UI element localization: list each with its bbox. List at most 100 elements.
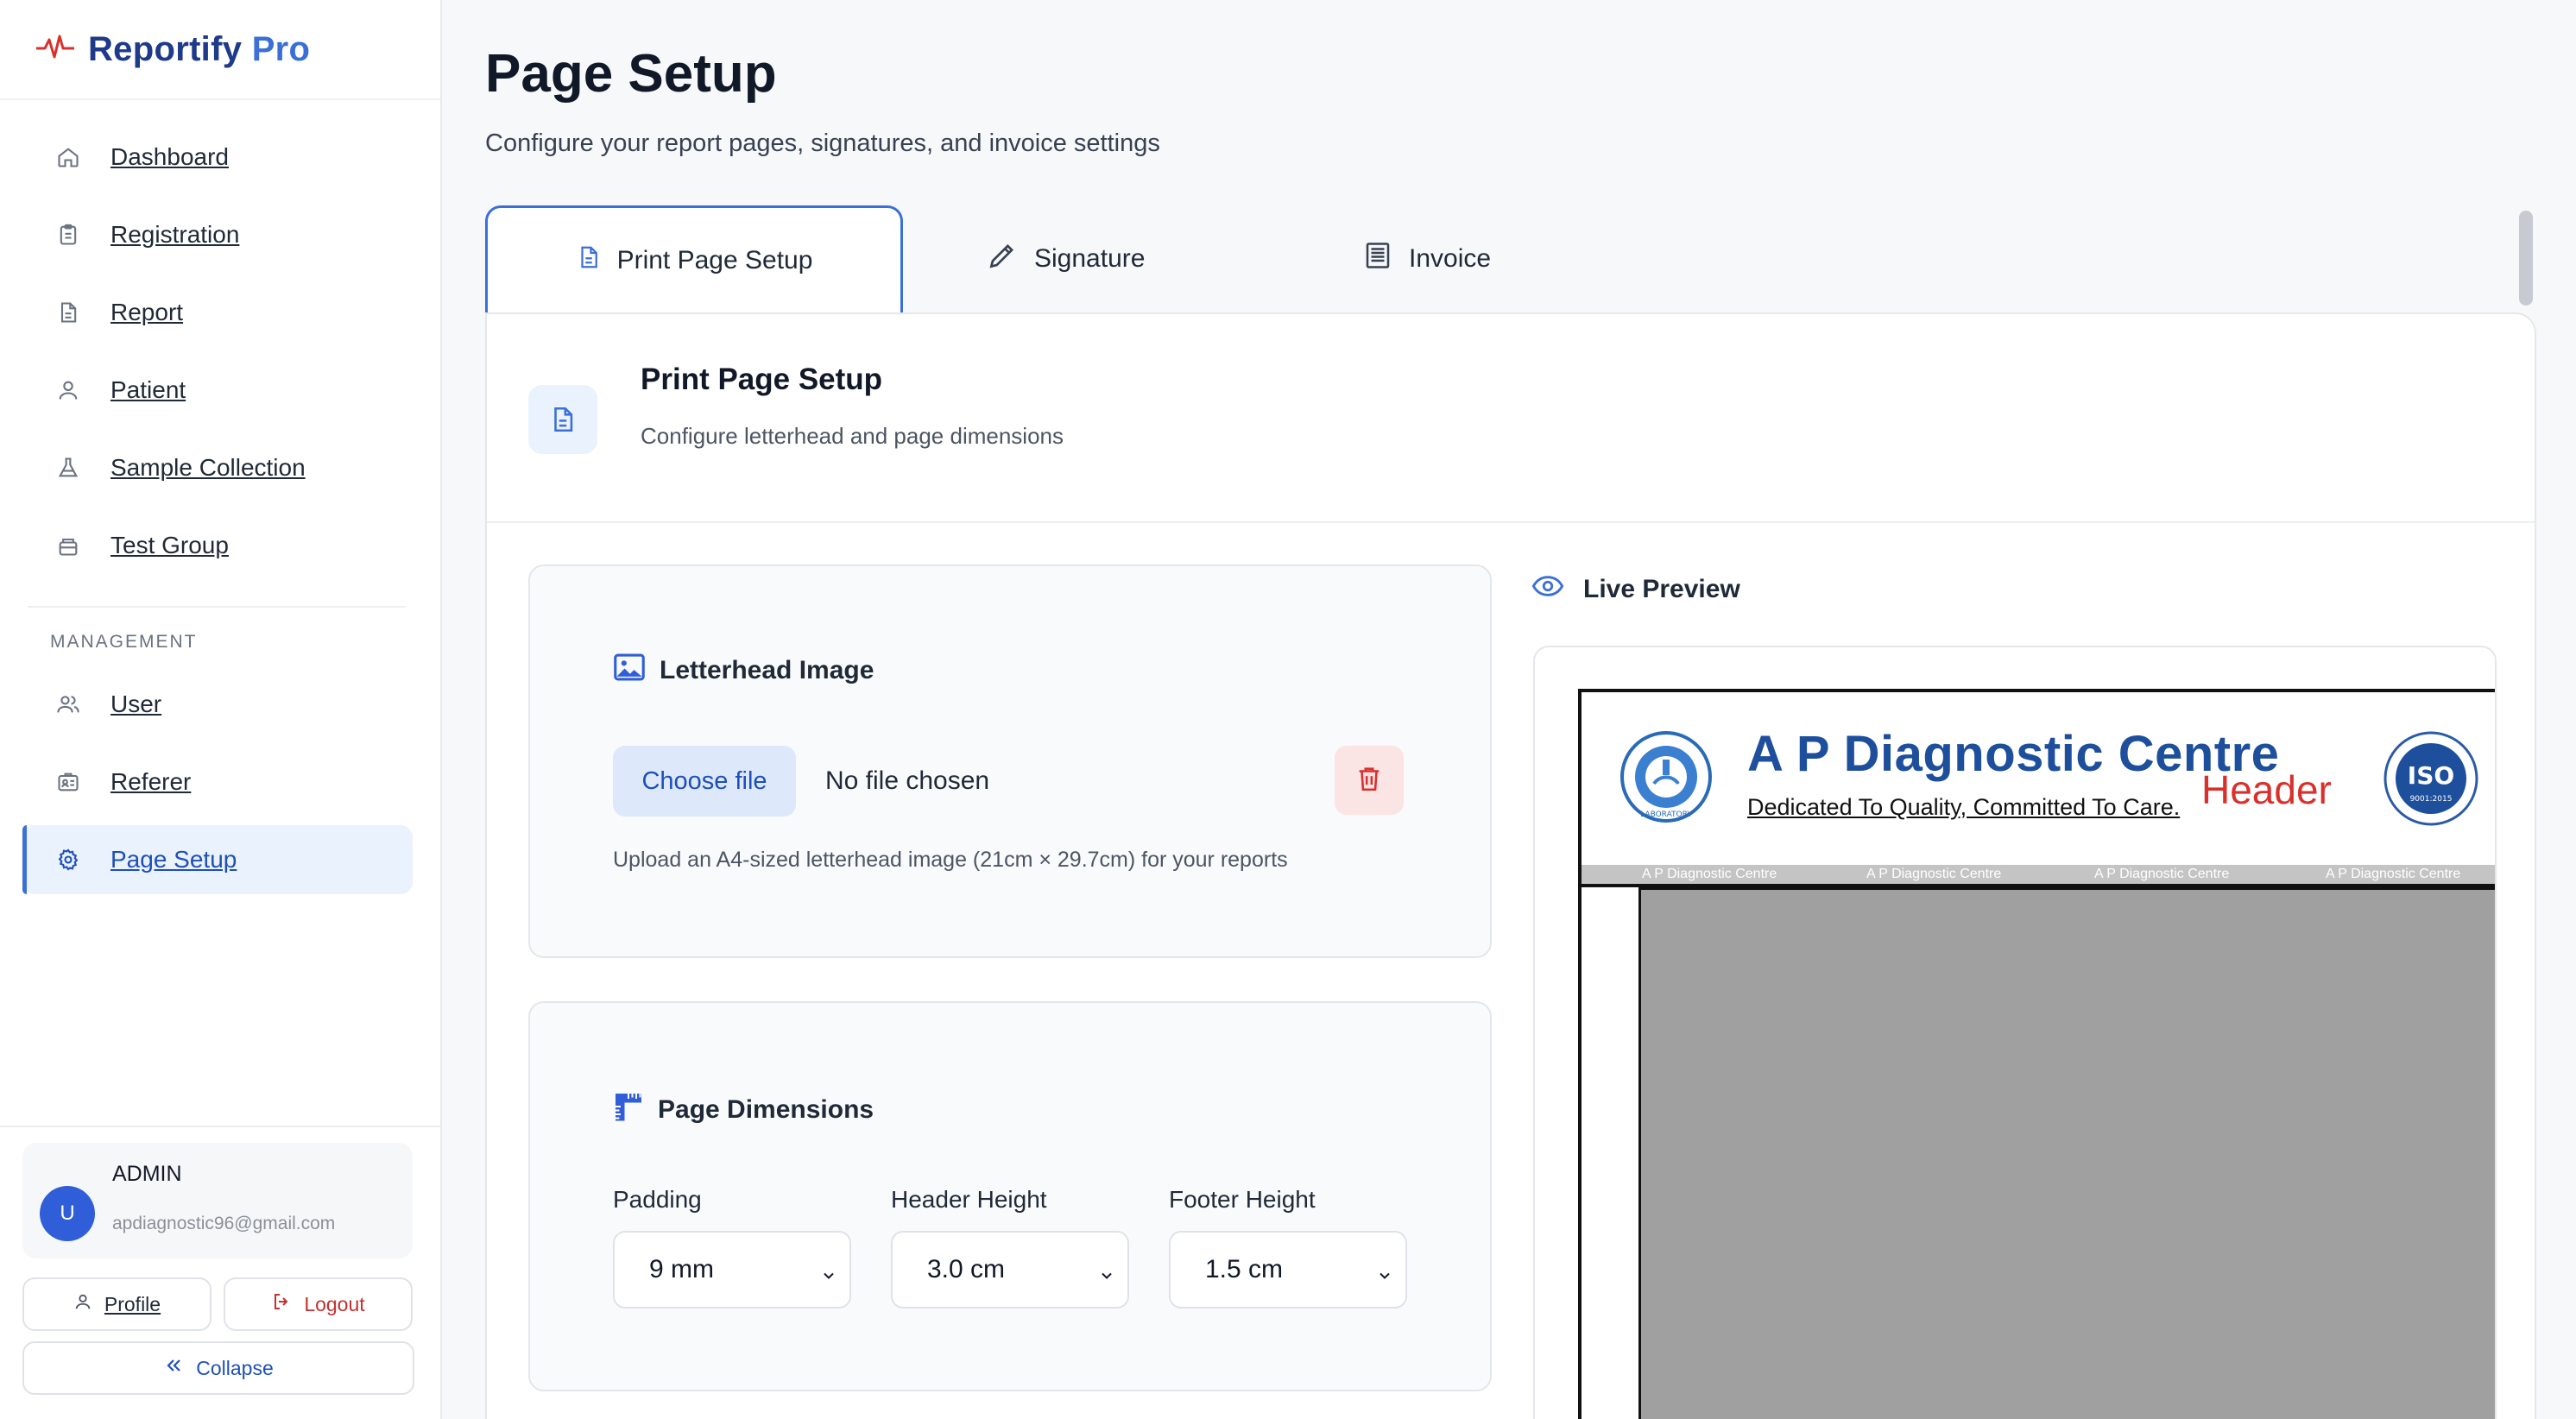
letterhead-tagline: Dedicated To Quality, Committed To Care. (1747, 794, 2181, 820)
sidebar-item-page-setup[interactable]: Page Setup (22, 825, 413, 894)
strip-text: A P Diagnostic Centre (2094, 867, 2230, 881)
user-icon (55, 377, 81, 403)
management-section-label: MANAGEMENT (50, 632, 198, 652)
lab-logo: LABORATORY (1619, 730, 1713, 828)
tab-bar: Print Page Setup Signature Invoice (485, 205, 2540, 312)
letterhead-strip: A P Diagnostic Centre A P Diagnostic Cen… (1582, 865, 2495, 884)
gear-icon (55, 847, 81, 873)
sidebar-item-report[interactable]: Report (22, 278, 413, 347)
footer-height-select[interactable]: 1.5 cm (1169, 1231, 1407, 1309)
sidebar-item-label: Patient (110, 376, 186, 403)
padding-value: 9 mm (649, 1255, 714, 1283)
chevron-down-icon (820, 1262, 837, 1291)
user-role: ADMIN (112, 1162, 182, 1186)
preview-content-area (1638, 887, 2495, 1419)
sidebar-item-label: Report (110, 299, 184, 325)
pencil-icon (986, 239, 1019, 279)
tab-print-page-setup[interactable]: Print Page Setup (485, 205, 903, 312)
svg-text:ISO: ISO (2408, 761, 2454, 790)
double-chevron-left-icon (163, 1355, 184, 1381)
sidebar-item-label: Test Group (110, 532, 229, 558)
sidebar-item-test-group[interactable]: Test Group (22, 511, 413, 580)
chevron-down-icon (1376, 1262, 1393, 1291)
brand-name: Reportify Pro (88, 29, 311, 68)
footer-height-label: Footer Height (1169, 1186, 1316, 1213)
eye-icon (1531, 573, 1564, 606)
strip-text: A P Diagnostic Centre (1642, 867, 1777, 881)
header-height-label: Header Height (891, 1186, 1047, 1213)
tab-signature[interactable]: Signature (986, 205, 1145, 312)
main-content: Page Setup Configure your report pages, … (444, 0, 2576, 1419)
page-dimensions-card: Page Dimensions Padding 9 mm Header Heig… (528, 1001, 1492, 1391)
sidebar-item-sample-collection[interactable]: Sample Collection (22, 433, 413, 502)
stack-icon (55, 533, 81, 558)
clipboard-icon (55, 222, 81, 248)
file-status: No file chosen (825, 766, 990, 795)
tab-label: Invoice (1409, 244, 1492, 273)
footer-height-value: 1.5 cm (1205, 1255, 1284, 1283)
live-preview-box: LABORATORY A P Diagnostic Centre Dedicat… (1533, 646, 2497, 1419)
user-card: U ADMIN apdiagnostic96@gmail.com (22, 1143, 413, 1258)
collapse-button[interactable]: Collapse (22, 1341, 414, 1395)
header-height-select[interactable]: 3.0 cm (891, 1231, 1129, 1309)
tab-label: Signature (1034, 244, 1146, 273)
sidebar-item-registration[interactable]: Registration (22, 200, 413, 269)
svg-text:LABORATORY: LABORATORY (1640, 810, 1692, 819)
choose-file-button[interactable]: Choose file (613, 746, 796, 817)
home-icon (55, 144, 81, 170)
sidebar-item-label: Registration (110, 221, 240, 248)
panel-header: Print Page Setup Configure letterhead an… (487, 314, 2535, 523)
scrollbar-thumb[interactable] (2519, 211, 2533, 306)
padding-select[interactable]: 9 mm (613, 1231, 851, 1309)
print-page-setup-panel: Print Page Setup Configure letterhead an… (485, 312, 2536, 1419)
sidebar-item-label: Sample Collection (110, 454, 306, 481)
sidebar-item-dashboard[interactable]: Dashboard (22, 123, 413, 192)
sidebar-item-label: Dashboard (110, 143, 229, 170)
sidebar-item-patient[interactable]: Patient (22, 356, 413, 425)
nav-divider (28, 606, 406, 608)
sidebar-item-label: User (110, 691, 162, 717)
file-icon (576, 243, 602, 279)
users-icon (55, 691, 81, 717)
trash-icon (1354, 763, 1384, 798)
tab-invoice[interactable]: Invoice (1362, 205, 1491, 312)
chevron-down-icon (1098, 1262, 1115, 1291)
pulse-logo-icon (35, 33, 76, 66)
sidebar-footer: U ADMIN apdiagnostic96@gmail.com Profile… (0, 1126, 440, 1419)
profile-button-label: Profile (104, 1292, 161, 1315)
ruler-icon (613, 1089, 644, 1131)
sidebar-item-label: Referer (110, 768, 192, 795)
page-subtitle: Configure your report pages, signatures,… (485, 129, 1160, 157)
flask-icon (55, 455, 81, 481)
brand[interactable]: Reportify Pro (0, 0, 440, 100)
id-card-icon (55, 769, 81, 795)
live-preview-title: Live Preview (1531, 573, 1740, 606)
logout-button-label: Logout (304, 1292, 365, 1315)
header-height-value: 3.0 cm (927, 1255, 1006, 1283)
sidebar: Reportify Pro Dashboard Registration Rep… (0, 0, 442, 1419)
collapse-button-label: Collapse (196, 1356, 274, 1379)
header-marker: Header (2201, 767, 2332, 812)
panel-subtitle: Configure letterhead and page dimensions (641, 423, 1064, 449)
preview-sheet: LABORATORY A P Diagnostic Centre Dedicat… (1578, 689, 2495, 1419)
user-icon (73, 1292, 92, 1316)
user-email: apdiagnostic96@gmail.com (112, 1214, 336, 1233)
strip-text: A P Diagnostic Centre (1866, 867, 2002, 881)
sidebar-nav: Dashboard Registration Report Patient Sa… (0, 100, 440, 894)
preview-letterhead: LABORATORY A P Diagnostic Centre Dedicat… (1578, 689, 2495, 887)
tab-label: Print Page Setup (616, 245, 813, 274)
receipt-icon (1362, 240, 1393, 278)
logout-button[interactable]: Logout (224, 1277, 413, 1331)
svg-text:9001:2015: 9001:2015 (2410, 795, 2453, 804)
file-icon (528, 385, 597, 454)
profile-button[interactable]: Profile (22, 1277, 212, 1331)
sidebar-item-referer[interactable]: Referer (22, 747, 413, 817)
file-icon (55, 300, 81, 325)
panel-title: Print Page Setup (641, 363, 883, 396)
logout-icon (271, 1291, 292, 1317)
delete-letterhead-button[interactable] (1335, 746, 1404, 815)
avatar[interactable]: U (40, 1186, 95, 1241)
strip-text: A P Diagnostic Centre (2326, 867, 2461, 881)
upload-hint: Upload an A4-sized letterhead image (21c… (613, 848, 1288, 872)
sidebar-item-user[interactable]: User (22, 670, 413, 739)
